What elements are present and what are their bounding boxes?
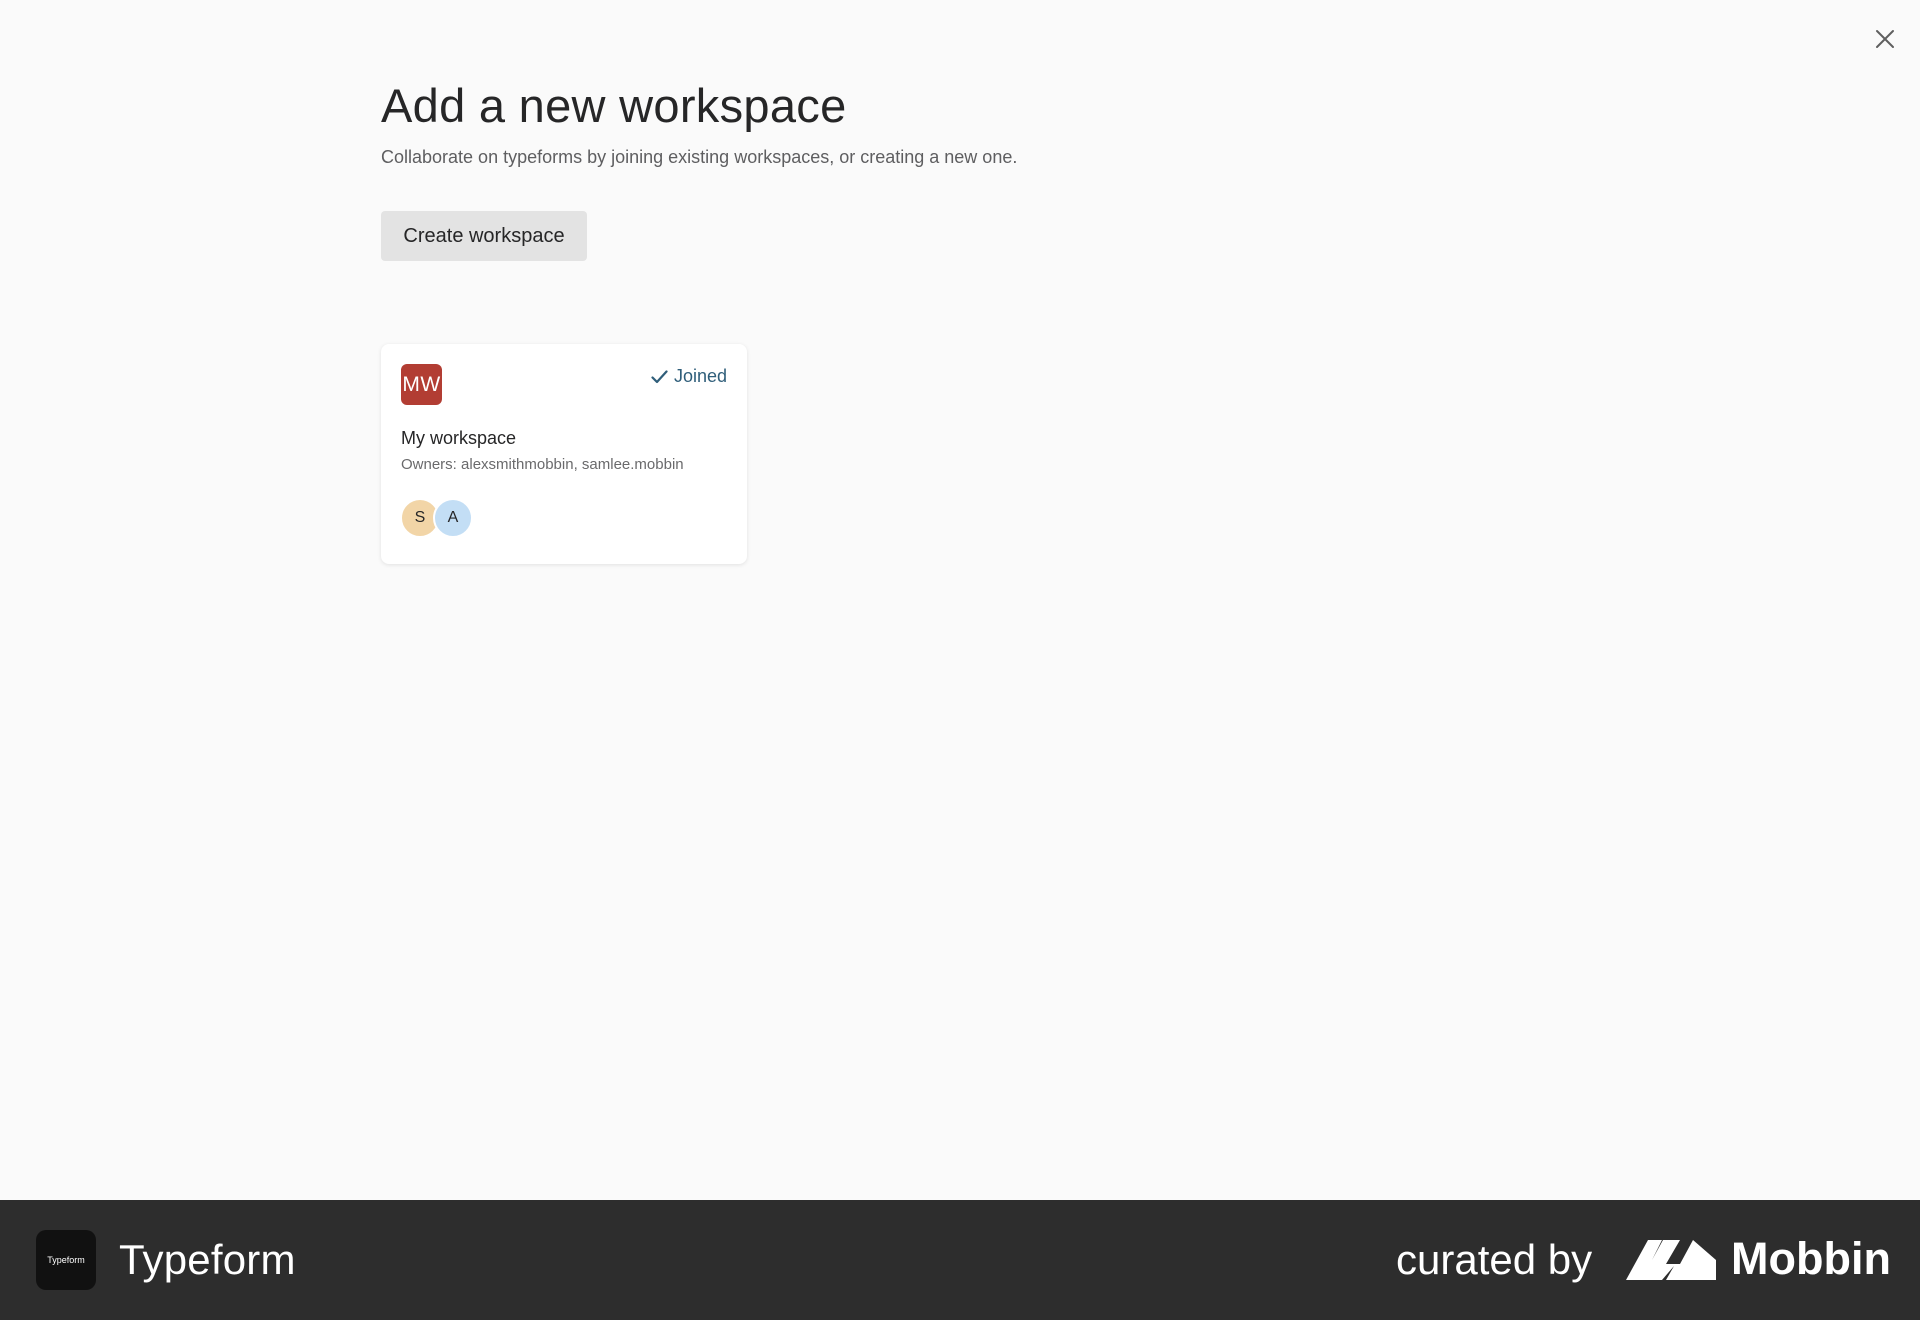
joined-label: Joined	[673, 366, 727, 386]
attribution-footer: Typeform Typeform curated by Mobbin	[0, 1200, 1920, 1320]
close-icon	[1876, 30, 1894, 48]
workspace-owners: Owners: alexsmithmobbin, samlee.mobbin	[401, 456, 684, 473]
checkmark-icon	[651, 369, 668, 383]
page-title: Add a new workspace	[381, 79, 847, 132]
create-workspace-button[interactable]: Create workspace	[381, 211, 587, 261]
workspace-card[interactable]: MW Joined My workspace Owners: alexsmith…	[381, 344, 747, 564]
curated-by-label: curated by	[1396, 1236, 1593, 1283]
member-avatar: A	[433, 498, 473, 538]
typeform-logo: Typeform	[36, 1230, 96, 1290]
page-subtitle: Collaborate on typeforms by joining exis…	[381, 147, 1018, 167]
mobbin-brand-name: Mobbin	[1731, 1233, 1891, 1284]
joined-badge: Joined	[651, 366, 727, 387]
close-button[interactable]	[1866, 20, 1904, 58]
app-name: Typeform	[119, 1236, 296, 1283]
mobbin-logo-icon	[1626, 1240, 1716, 1280]
workspace-avatar: MW	[401, 364, 442, 405]
workspace-name: My workspace	[401, 428, 517, 448]
